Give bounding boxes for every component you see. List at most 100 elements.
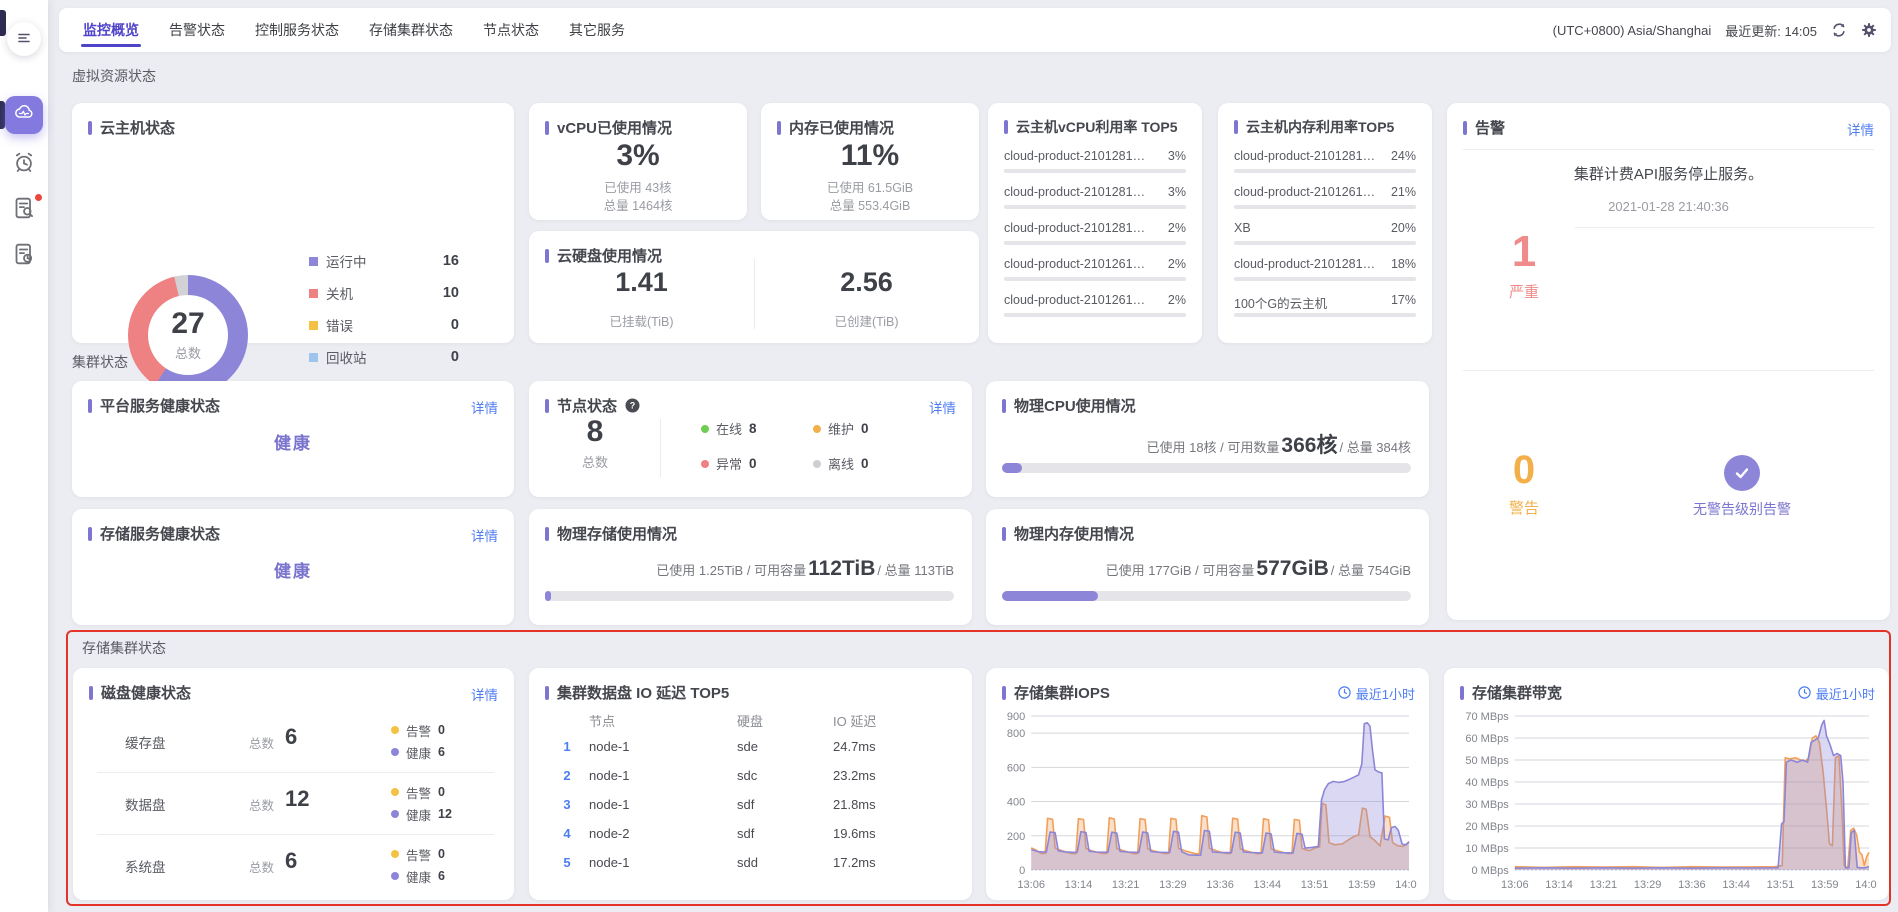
title-marker — [88, 121, 92, 135]
last-update-label: 最近更新: 14:05 — [1725, 21, 1817, 40]
card-node-status: 节点状态 ? 详情 8 总数 在线8 维护0 异常0 离线0 — [529, 381, 972, 497]
top5-row: cloud-product-2101281…3% — [1004, 149, 1186, 179]
tab-alarm-status[interactable]: 告警状态 — [167, 8, 227, 52]
divider — [1463, 370, 1874, 371]
tab-other-services[interactable]: 其它服务 — [567, 8, 627, 52]
node-total-label: 总数 — [565, 452, 625, 471]
card-storage-iops: 存储集群IOPS 最近1小时 020040060080090013:0613:1… — [986, 668, 1429, 900]
bandwidth-time-range-selector[interactable]: 最近1小时 — [1798, 684, 1875, 703]
svg-text:13:06: 13:06 — [1501, 879, 1529, 891]
created-label: 已创建(TiB) — [754, 311, 979, 330]
top5-row: 100个G的云主机17% — [1234, 293, 1416, 323]
tab-node-status[interactable]: 节点状态 — [481, 8, 541, 52]
card-title-text: 物理CPU使用情况 — [1014, 395, 1136, 416]
section-cluster-status: 集群状态 — [72, 352, 128, 372]
card-title-text: 磁盘健康状态 — [101, 682, 191, 703]
card-title-text: 云主机内存利用率TOP5 — [1246, 117, 1394, 137]
top5-row: cloud-product-2101281…18% — [1234, 257, 1416, 287]
card-title-text: 内存已使用情况 — [789, 117, 894, 138]
svg-text:200: 200 — [1007, 831, 1025, 843]
svg-text:13:59: 13:59 — [1348, 879, 1376, 891]
physical-memory-usage-text: 已使用 177GiB / 可用容量577GiB/ 总量 754GiB — [1106, 557, 1411, 581]
top-tabs: 监控概览 告警状态 控制服务状态 存储集群状态 节点状态 其它服务 — [81, 8, 627, 52]
iops-time-range-selector[interactable]: 最近1小时 — [1338, 684, 1415, 703]
svg-text:13:59: 13:59 — [1811, 879, 1839, 891]
menu-icon — [16, 30, 32, 49]
title-marker — [1463, 121, 1467, 135]
node-stat-abnormal: 异常0 — [701, 454, 813, 473]
table-header: 节点 硬盘 IO 延迟 — [545, 708, 956, 732]
alarm-detail-link[interactable]: 详情 — [1847, 119, 1874, 139]
notification-badge — [35, 194, 42, 201]
title-marker — [545, 686, 549, 700]
card-title-text: 存储集群带宽 — [1472, 682, 1562, 703]
title-marker — [1460, 686, 1464, 700]
table-row: 3node-1sdf21.8ms — [545, 790, 956, 819]
vertical-divider — [660, 419, 661, 477]
help-icon[interactable]: ? — [625, 398, 640, 413]
top5-row: cloud-product-2101261…2% — [1004, 257, 1186, 287]
divider — [1463, 149, 1874, 150]
svg-text:50 MBps: 50 MBps — [1465, 755, 1509, 767]
node-total-block: 8 总数 — [565, 415, 625, 471]
legend-swatch-stopped — [309, 289, 318, 298]
check-circle-icon — [1724, 455, 1760, 491]
title-marker — [545, 527, 549, 541]
menu-toggle-button[interactable] — [7, 22, 41, 56]
node-stat-offline: 离线0 — [813, 454, 925, 473]
node-status-detail-link[interactable]: 详情 — [929, 397, 956, 417]
physical-storage-usage-text: 已使用 1.25TiB / 可用容量112TiB/ 总量 113TiB — [656, 557, 954, 581]
legend-item: 回收站0 — [309, 341, 459, 373]
vm-total-label: 总数 — [175, 343, 201, 362]
tab-monitor-overview[interactable]: 监控概览 — [81, 8, 141, 52]
svg-text:13:44: 13:44 — [1254, 879, 1282, 891]
svg-text:13:21: 13:21 — [1590, 879, 1618, 891]
warning-count: 0 — [1469, 449, 1579, 491]
card-title-text: 集群数据盘 IO 延迟 TOP5 — [557, 682, 729, 703]
tab-control-service-status[interactable]: 控制服务状态 — [253, 8, 341, 52]
memory-percent-value: 11% — [761, 139, 979, 173]
svg-text:13:44: 13:44 — [1722, 879, 1750, 891]
svg-text:?: ? — [630, 401, 636, 411]
sidebar-item-history[interactable] — [12, 242, 36, 266]
disk-row-cache: 缓存盘 总数 6 告警0 健康6 — [73, 710, 514, 771]
card-disk-health: 磁盘健康状态 详情 缓存盘 总数 6 告警0 健康6 数据盘 总数 12 告警0… — [73, 668, 514, 900]
svg-text:13:51: 13:51 — [1767, 879, 1795, 891]
svg-text:13:36: 13:36 — [1206, 879, 1234, 891]
storage-health-detail-link[interactable]: 详情 — [471, 525, 498, 545]
title-marker — [777, 121, 781, 135]
tab-storage-cluster-status[interactable]: 存储集群状态 — [367, 8, 455, 52]
top5-row: XB20% — [1234, 221, 1416, 251]
platform-health-detail-link[interactable]: 详情 — [471, 397, 498, 417]
card-storage-bandwidth: 存储集群带宽 最近1小时 0 MBps10 MBps20 MBps30 MBps… — [1444, 668, 1889, 900]
svg-text:14:06: 14:06 — [1855, 879, 1877, 891]
sidebar-item-monitor-overview[interactable] — [5, 96, 43, 134]
svg-text:0 MBps: 0 MBps — [1472, 865, 1510, 877]
svg-text:13:36: 13:36 — [1678, 879, 1706, 891]
topbar: 监控概览 告警状态 控制服务状态 存储集群状态 节点状态 其它服务 (UTC+0… — [59, 8, 1891, 52]
mounted-value: 1.41 — [529, 267, 754, 298]
svg-text:400: 400 — [1007, 797, 1025, 809]
critical-count: 1 — [1469, 229, 1579, 275]
card-physical-cpu: 物理CPU使用情况 已使用 18核 / 可用数量366核/ 总量 384核 — [986, 381, 1429, 497]
title-marker — [1002, 527, 1006, 541]
disk-health-detail-link[interactable]: 详情 — [471, 684, 498, 704]
title-marker — [1002, 399, 1006, 413]
section-virtual-resources: 虚拟资源状态 — [72, 66, 156, 86]
iops-area-chart: 020040060080090013:0613:1413:2113:2913:3… — [1000, 706, 1417, 896]
svg-text:13:21: 13:21 — [1112, 879, 1140, 891]
sidebar-item-alarm[interactable] — [12, 150, 36, 174]
svg-text:14:06: 14:06 — [1395, 879, 1417, 891]
refresh-icon[interactable] — [1831, 22, 1847, 38]
mounted-label: 已挂载(TiB) — [529, 311, 754, 330]
card-title-text: 物理内存使用情况 — [1014, 523, 1134, 544]
card-vcpu-usage: vCPU已使用情况 3% 已使用 43核 总量 1464核 — [529, 103, 747, 220]
warning-label: 警告 — [1469, 497, 1579, 518]
settings-gear-icon[interactable] — [1861, 22, 1877, 38]
card-title-text: 节点状态 — [557, 395, 617, 416]
legend-item: 关机10 — [309, 277, 459, 309]
node-total-value: 8 — [565, 415, 625, 448]
card-title-text: 存储集群IOPS — [1014, 682, 1110, 703]
sidebar-item-audit-log[interactable] — [12, 196, 36, 220]
logo-notch — [0, 10, 6, 36]
